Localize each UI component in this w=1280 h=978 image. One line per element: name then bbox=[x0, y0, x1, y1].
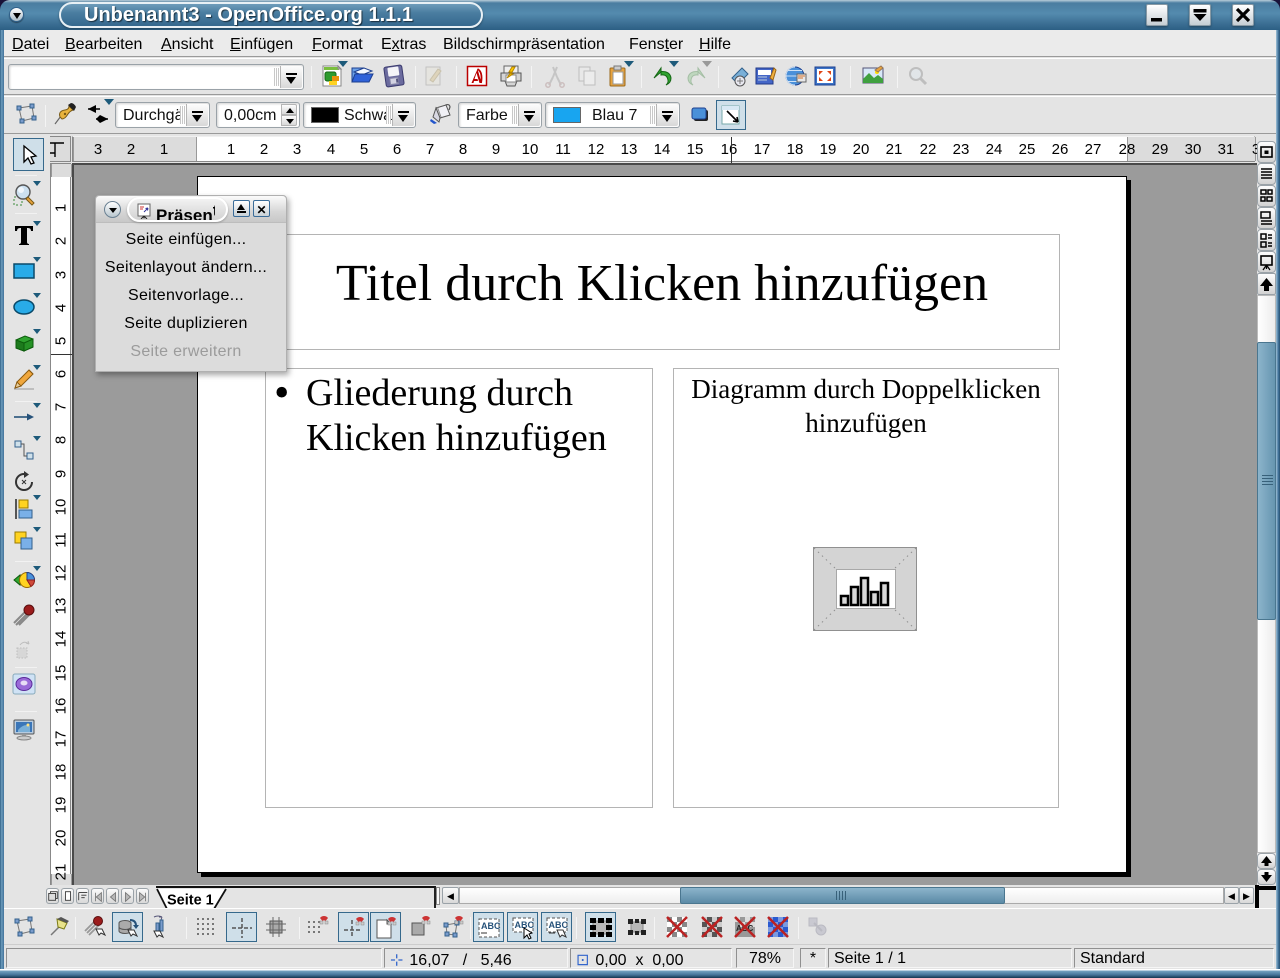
svg-text:ABC: ABC bbox=[481, 921, 501, 931]
svg-text:Seite 1: Seite 1 bbox=[167, 893, 214, 909]
svg-text:ABC: ABC bbox=[549, 920, 569, 930]
